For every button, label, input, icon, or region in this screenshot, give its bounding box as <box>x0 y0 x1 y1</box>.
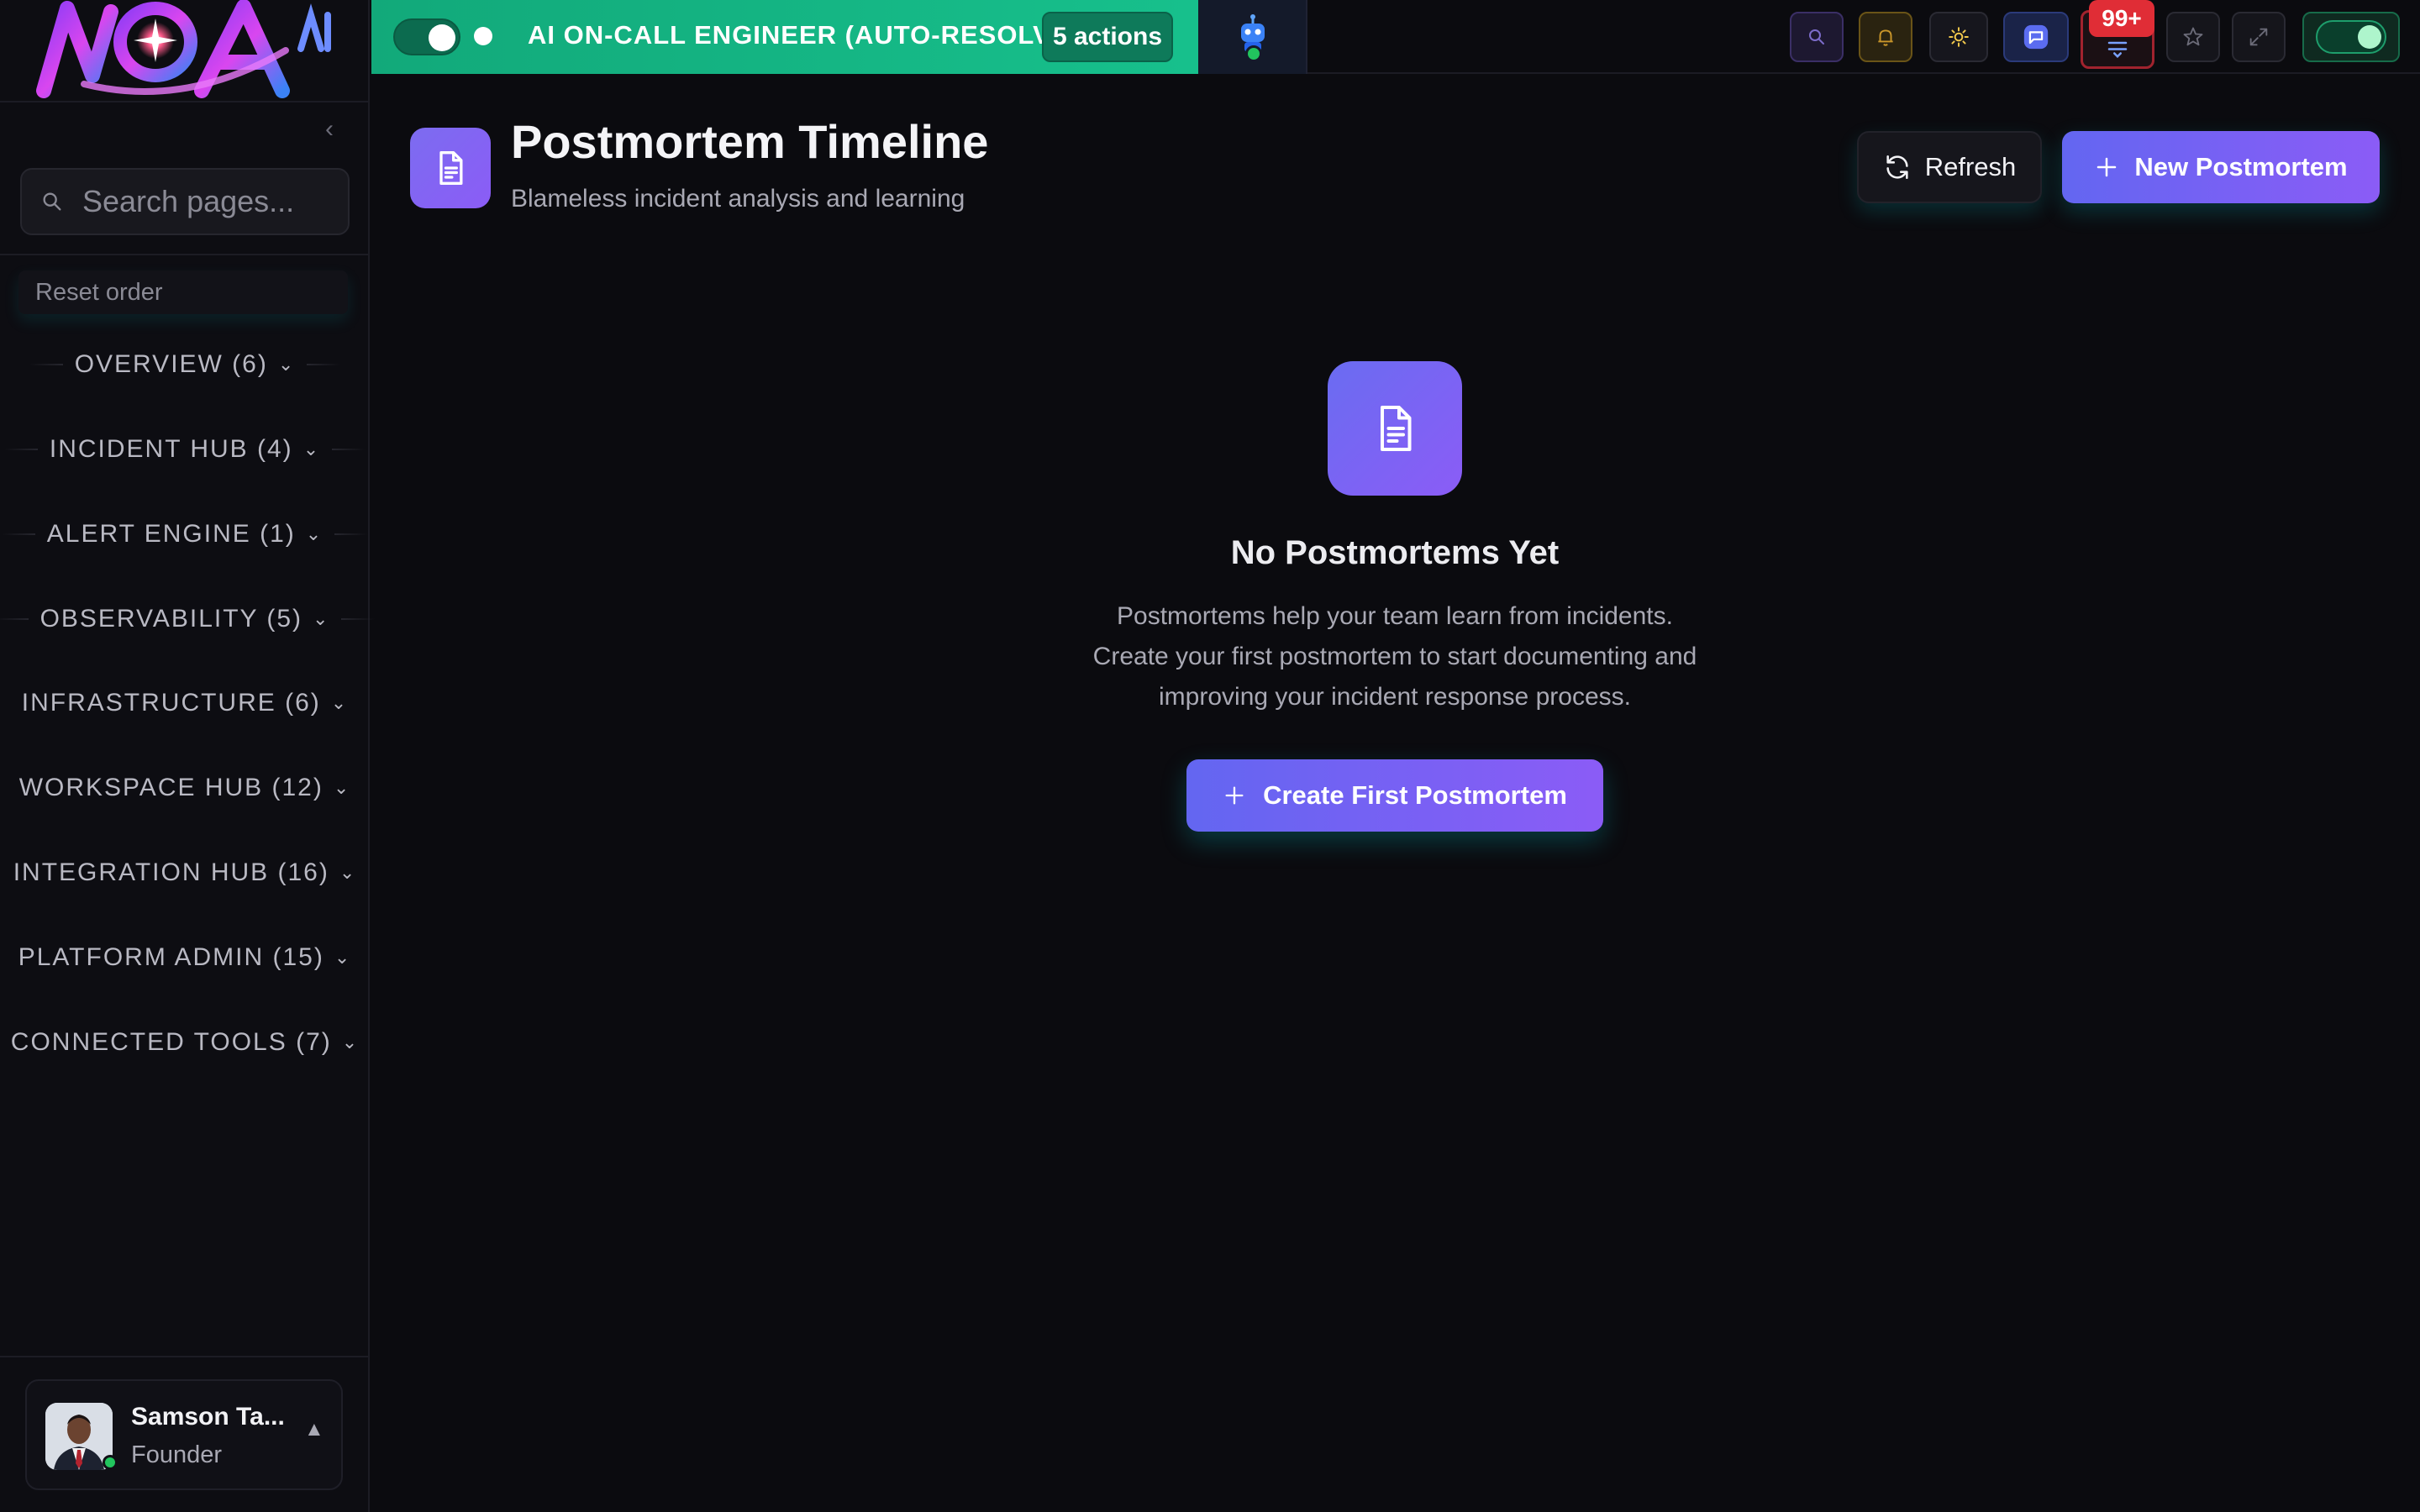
document-icon <box>1381 406 1412 451</box>
ai-assistant-button[interactable] <box>1198 0 1307 74</box>
top-bar: AI ON-CALL ENGINEER (AUTO-RESOLVE) 5 act… <box>371 0 2420 74</box>
alerts-button[interactable] <box>1859 12 1912 62</box>
nav-group-label: INFRASTRUCTURE (6) <box>21 689 321 717</box>
ai-oncall-toggle[interactable] <box>393 18 460 55</box>
favorites-button[interactable] <box>2166 12 2220 62</box>
search-icon <box>1809 29 1824 45</box>
nav-divider <box>334 533 369 535</box>
notification-icon <box>2107 41 2128 59</box>
empty-state-description: Postmortems help your team learn from in… <box>975 596 1815 717</box>
chat-button[interactable] <box>2003 12 2069 62</box>
logo-divider <box>0 101 370 102</box>
logo-graphic <box>36 0 331 98</box>
empty-state-title: No Postmortems Yet <box>1230 534 1560 571</box>
collapse-sidebar-icon[interactable]: ‹ <box>314 114 345 144</box>
nav-divider <box>332 449 366 450</box>
nav-divider <box>0 618 29 620</box>
user-profile-card[interactable]: Samson Ta... Founder ▲ <box>25 1379 343 1490</box>
chevron-down-icon: ⌄ <box>302 438 321 459</box>
chevron-down-icon: ⌄ <box>341 1032 360 1053</box>
nav-group-overview[interactable]: OVERVIEW (6) ⌄ <box>0 339 370 390</box>
fullscreen-button[interactable] <box>2232 12 2286 62</box>
sun-icon <box>1949 27 1969 47</box>
star-icon <box>2183 27 2203 46</box>
nav-group-infrastructure[interactable]: INFRASTRUCTURE (6) ⌄ <box>0 678 370 728</box>
refresh-icon <box>1886 155 1908 180</box>
user-divider <box>0 1356 370 1357</box>
plus-icon <box>1225 786 1244 805</box>
search-input[interactable] <box>81 183 333 220</box>
chevron-down-icon: ⌄ <box>313 608 330 629</box>
nav-group-label: INTEGRATION HUB (16) <box>13 858 329 886</box>
nav-divider <box>307 364 341 365</box>
empty-state-line: improving your incident response process… <box>1159 683 1631 711</box>
chevron-up-icon[interactable]: ▲ <box>304 1418 324 1441</box>
assistant-online-dot <box>1245 45 1262 62</box>
nav-group-incident-hub[interactable]: INCIDENT HUB (4) ⌄ <box>0 424 370 475</box>
refresh-label: Refresh <box>1924 152 2017 181</box>
reset-order-button[interactable]: Reset order <box>18 270 348 314</box>
ai-status-dot <box>474 27 492 45</box>
nav-group-label: WORKSPACE HUB (12) <box>18 774 324 801</box>
page-icon <box>410 128 491 208</box>
nav-group-label: OBSERVABILITY (5) <box>39 605 302 633</box>
document-icon <box>439 151 463 185</box>
toggle-track <box>2316 20 2386 54</box>
chevron-down-icon: ⌄ <box>333 777 351 798</box>
theme-toggle-button[interactable] <box>1929 12 1988 62</box>
chevron-down-icon: ⌄ <box>277 354 296 375</box>
search-divider <box>0 254 370 255</box>
nav-group-label: OVERVIEW (6) <box>74 350 268 378</box>
nav-group-workspace-hub[interactable]: WORKSPACE HUB (12) ⌄ <box>0 763 370 813</box>
chevron-down-icon: ⌄ <box>334 947 352 968</box>
nav-group-label: ALERT ENGINE (1) <box>46 520 296 548</box>
expand-icon <box>2249 28 2268 46</box>
chevron-down-icon: ⌄ <box>305 523 324 544</box>
user-name: Samson Ta... <box>131 1403 285 1431</box>
ai-oncall-label: AI ON-CALL ENGINEER (AUTO-RESOLVE) <box>528 20 1079 50</box>
search-icon <box>43 192 61 211</box>
toggle-knob <box>2358 25 2381 49</box>
chat-icon <box>2023 24 2049 50</box>
nav-divider <box>29 364 63 365</box>
ai-actions-badge[interactable]: 5 actions <box>1042 12 1173 62</box>
nav-group-label: INCIDENT HUB (4) <box>49 435 293 463</box>
empty-state-icon <box>1328 361 1462 496</box>
page-title: Postmortem Timeline <box>511 115 989 168</box>
nav-group-connected-tools[interactable]: CONNECTED TOOLS (7) ⌄ <box>0 1017 370 1068</box>
nav-group-observability[interactable]: OBSERVABILITY (5) ⌄ <box>0 594 376 644</box>
page-subtitle: Blameless incident analysis and learning <box>511 185 965 213</box>
refresh-button[interactable]: Refresh <box>1857 131 2042 203</box>
page-search[interactable] <box>20 168 350 235</box>
nav-divider <box>1 533 35 535</box>
new-postmortem-label: New Postmortem <box>2134 152 2348 181</box>
nav-group-integration-hub[interactable]: INTEGRATION HUB (16) ⌄ <box>0 848 370 898</box>
nav-divider <box>341 618 376 620</box>
create-first-postmortem-button[interactable]: Create First Postmortem <box>1186 759 1603 832</box>
chevron-down-icon: ⌄ <box>339 862 357 883</box>
chevron-down-icon: ⌄ <box>330 692 349 713</box>
nav-group-alert-engine[interactable]: ALERT ENGINE (1) ⌄ <box>0 509 370 559</box>
bell-icon <box>1878 29 1893 46</box>
ai-oncall-banner: AI ON-CALL ENGINEER (AUTO-RESOLVE) 5 act… <box>371 0 1198 74</box>
notification-count-badge: 99+ <box>2089 0 2154 37</box>
power-toggle[interactable] <box>2302 12 2400 62</box>
nav-divider <box>3 449 38 450</box>
nav-group-label: CONNECTED TOOLS (7) <box>10 1028 332 1056</box>
app-logo[interactable] <box>34 0 336 99</box>
new-postmortem-button[interactable]: New Postmortem <box>2062 131 2380 203</box>
empty-state-line: Postmortems help your team learn from in… <box>1117 602 1673 630</box>
nav-group-platform-admin[interactable]: PLATFORM ADMIN (15) ⌄ <box>0 932 370 983</box>
nav-group-label: PLATFORM ADMIN (15) <box>18 943 324 971</box>
empty-state-line: Create your first postmortem to start do… <box>1092 643 1697 670</box>
global-search-button[interactable] <box>1790 12 1844 62</box>
toggle-knob <box>429 24 455 51</box>
create-first-postmortem-label: Create First Postmortem <box>1263 780 1567 810</box>
sidebar: ‹ Reset order OVERVIEW (6) ⌄ INCIDENT HU… <box>0 0 376 1512</box>
plus-icon <box>2097 157 2117 177</box>
user-role: Founder <box>131 1441 223 1468</box>
online-status-indicator <box>103 1455 118 1470</box>
